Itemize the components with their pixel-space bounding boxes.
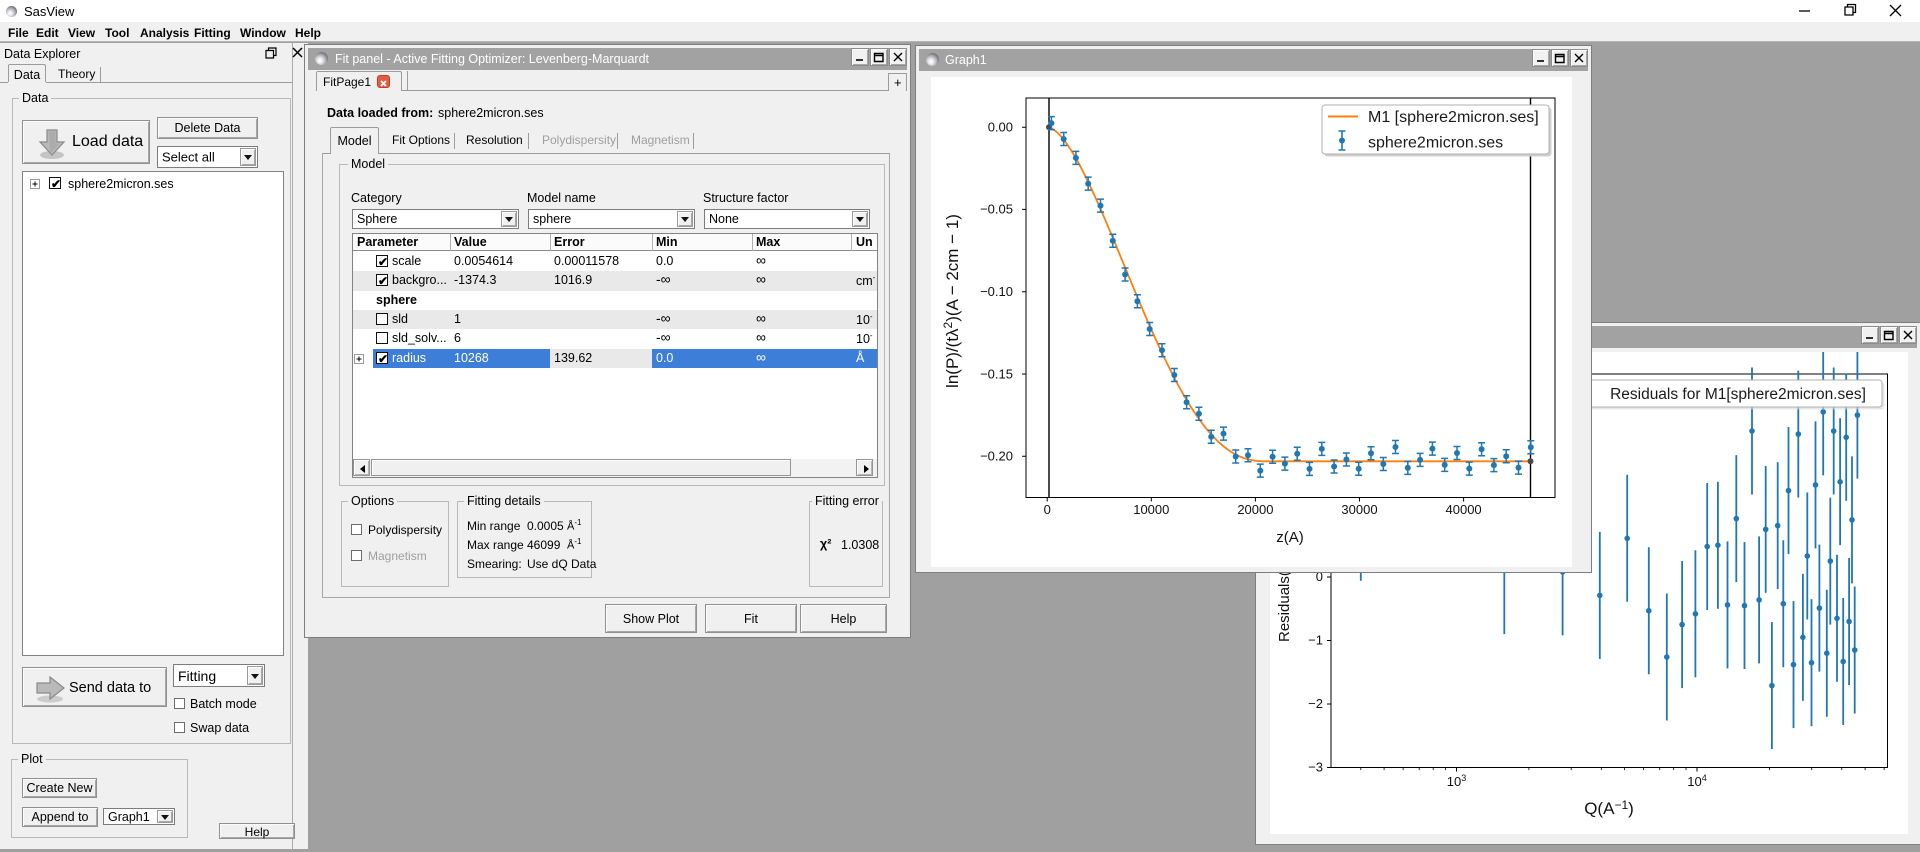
svg-text:−0.10: −0.10 — [980, 284, 1013, 299]
svg-text:0: 0 — [1044, 502, 1051, 517]
svg-text:−2: −2 — [1308, 696, 1323, 711]
svg-text:ln(P)/(tλ2)(A − 2cm − 1): ln(P)/(tλ2)(A − 2cm − 1) — [941, 214, 962, 388]
svg-text:104: 104 — [1687, 773, 1706, 789]
svg-text:Residuals for M1[sphere2micron: Residuals for M1[sphere2micron.ses] — [1610, 386, 1866, 403]
svg-text:30000: 30000 — [1341, 502, 1377, 517]
svg-text:10000: 10000 — [1133, 502, 1169, 517]
svg-text:40000: 40000 — [1446, 502, 1482, 517]
svg-text:sphere2micron.ses: sphere2micron.ses — [1368, 135, 1503, 152]
svg-text:−0.20: −0.20 — [980, 449, 1013, 464]
svg-text:−0.15: −0.15 — [980, 366, 1013, 381]
svg-text:0.00: 0.00 — [988, 120, 1013, 135]
svg-text:z(A): z(A) — [1276, 529, 1304, 546]
svg-text:Q(A−1): Q(A−1) — [1584, 798, 1634, 818]
svg-text:−0.05: −0.05 — [980, 202, 1013, 217]
svg-text:Residuals(: Residuals( — [1276, 571, 1293, 642]
svg-text:−1: −1 — [1308, 633, 1323, 648]
svg-text:20000: 20000 — [1237, 502, 1273, 517]
svg-text:M1 [sphere2micron.ses]: M1 [sphere2micron.ses] — [1368, 109, 1539, 126]
svg-text:−3: −3 — [1308, 760, 1323, 775]
svg-text:103: 103 — [1447, 773, 1466, 789]
